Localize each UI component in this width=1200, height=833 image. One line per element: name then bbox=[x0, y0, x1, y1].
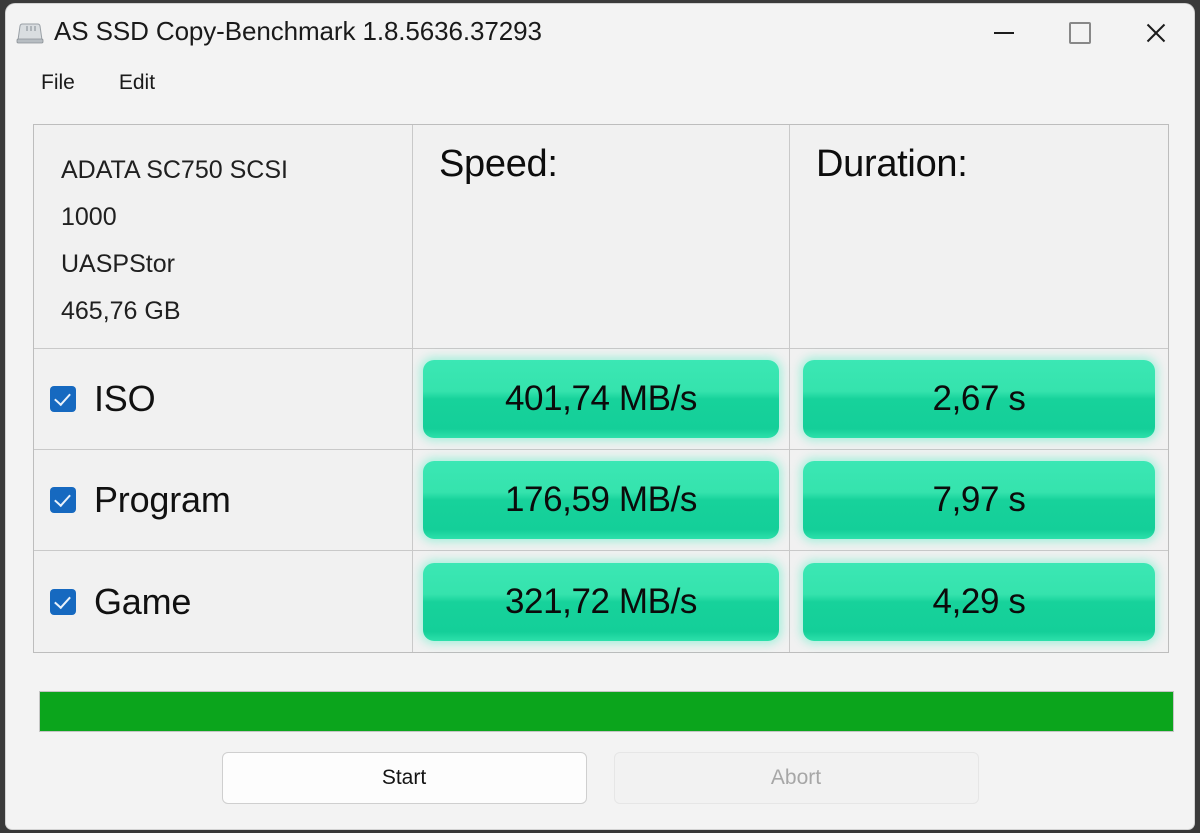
test-name-cell-program: Program bbox=[34, 449, 413, 551]
drive-info-cell: ADATA SC750 SCSI 1000 UASPStor 465,76 GB bbox=[34, 125, 413, 348]
benchmark-table: ADATA SC750 SCSI 1000 UASPStor 465,76 GB… bbox=[33, 124, 1169, 653]
drive-revision: 1000 bbox=[61, 203, 117, 231]
duration-value-program: 7,97 s bbox=[803, 461, 1155, 539]
checkbox-game[interactable] bbox=[50, 588, 76, 615]
duration-cell-program: 7,97 s bbox=[790, 450, 1168, 551]
menu-item-edit[interactable]: Edit bbox=[114, 68, 160, 98]
test-toggle-iso[interactable]: ISO bbox=[34, 349, 412, 450]
desktop-background: AS SSD Copy-Benchmark 1.8.5636.37293 Fil… bbox=[0, 0, 1200, 833]
minimize-icon bbox=[994, 32, 1014, 34]
duration-header-cell: Duration: bbox=[790, 125, 1168, 348]
title-bar: AS SSD Copy-Benchmark 1.8.5636.37293 bbox=[6, 4, 1194, 62]
table-row: ISO 401,74 MB/s 2,67 s bbox=[34, 348, 1168, 450]
window-title: AS SSD Copy-Benchmark 1.8.5636.37293 bbox=[54, 16, 542, 46]
drive-capacity: 465,76 GB bbox=[61, 297, 181, 325]
test-label-game: Game bbox=[94, 580, 192, 622]
duration-column-header: Duration: bbox=[816, 143, 968, 185]
table-row: Program 176,59 MB/s 7,97 s bbox=[34, 449, 1168, 551]
drive-model: ADATA SC750 SCSI bbox=[61, 156, 288, 184]
speed-value-iso: 401,74 MB/s bbox=[423, 360, 779, 438]
progress-bar-fill bbox=[40, 692, 1173, 731]
duration-value-iso: 2,67 s bbox=[803, 360, 1155, 438]
duration-cell-game: 4,29 s bbox=[790, 551, 1168, 652]
table-header-row: ADATA SC750 SCSI 1000 UASPStor 465,76 GB… bbox=[34, 125, 1168, 349]
ssd-drive-icon bbox=[14, 18, 46, 48]
speed-column-header: Speed: bbox=[439, 143, 558, 185]
button-row: Start Abort bbox=[6, 752, 1194, 804]
close-icon bbox=[1144, 21, 1168, 45]
test-toggle-game[interactable]: Game bbox=[34, 551, 412, 652]
app-window: AS SSD Copy-Benchmark 1.8.5636.37293 Fil… bbox=[6, 4, 1194, 829]
maximize-icon bbox=[1069, 22, 1091, 44]
duration-cell-iso: 2,67 s bbox=[790, 349, 1168, 450]
speed-value-game: 321,72 MB/s bbox=[423, 562, 779, 641]
speed-cell-iso: 401,74 MB/s bbox=[413, 348, 790, 450]
speed-cell-program: 176,59 MB/s bbox=[413, 449, 790, 551]
abort-button: Abort bbox=[613, 752, 979, 804]
start-button[interactable]: Start bbox=[221, 752, 587, 804]
speed-cell-game: 321,72 MB/s bbox=[413, 551, 790, 652]
progress-bar bbox=[39, 691, 1174, 732]
window-controls bbox=[966, 4, 1194, 62]
test-name-cell-game: Game bbox=[34, 551, 413, 652]
menu-item-file[interactable]: File bbox=[36, 68, 80, 98]
table-row: Game 321,72 MB/s 4,29 s bbox=[34, 551, 1168, 652]
maximize-button[interactable] bbox=[1042, 4, 1118, 62]
speed-header-cell: Speed: bbox=[413, 125, 790, 348]
drive-info: ADATA SC750 SCSI 1000 UASPStor 465,76 GB bbox=[34, 125, 412, 335]
duration-value-game: 4,29 s bbox=[803, 562, 1155, 641]
test-toggle-program[interactable]: Program bbox=[34, 450, 412, 551]
close-button[interactable] bbox=[1118, 4, 1194, 62]
menu-bar: File Edit bbox=[6, 62, 1194, 104]
minimize-button[interactable] bbox=[966, 4, 1042, 62]
test-label-program: Program bbox=[94, 479, 231, 520]
drive-driver: UASPStor bbox=[61, 250, 175, 278]
test-name-cell-iso: ISO bbox=[34, 348, 413, 450]
checkbox-program[interactable] bbox=[50, 487, 76, 513]
speed-value-program: 176,59 MB/s bbox=[423, 461, 779, 539]
test-label-iso: ISO bbox=[94, 378, 156, 419]
checkbox-iso[interactable] bbox=[50, 386, 76, 412]
